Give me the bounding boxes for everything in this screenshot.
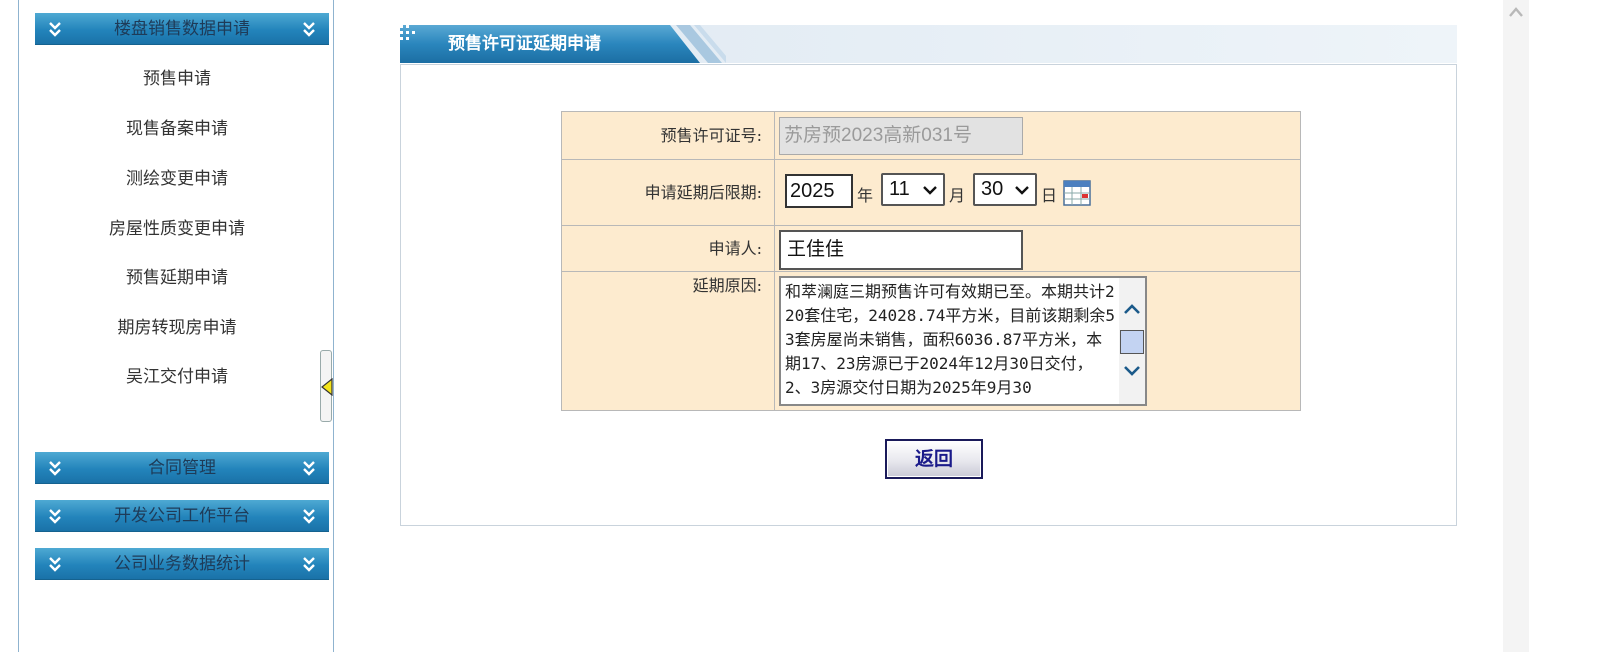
month-value: 11 <box>889 178 910 200</box>
menu-group-contract[interactable]: 合同管理 <box>35 452 329 484</box>
month-select[interactable]: 11 <box>881 173 945 206</box>
form-row-permit: 预售许可证号: 苏房预2023高新031号 <box>562 112 1300 160</box>
chevron-down-icon <box>1015 186 1029 195</box>
applicant-label: 申请人: <box>562 226 775 271</box>
month-unit: 月 <box>949 186 966 205</box>
menu-group-title: 开发公司工作平台 <box>114 506 250 526</box>
permit-label: 预售许可证号: <box>562 112 775 159</box>
double-chevron-down-icon <box>297 500 321 532</box>
sidebar-collapse-handle[interactable] <box>320 350 333 422</box>
calendar-icon[interactable] <box>1063 180 1091 206</box>
sidebar-item-presale-apply[interactable]: 预售申请 <box>19 66 335 92</box>
applicant-input[interactable]: 王佳佳 <box>779 230 1023 270</box>
chevron-up-icon[interactable] <box>1508 6 1524 18</box>
grid-dots-icon <box>400 25 415 40</box>
reason-text: 和萃澜庭三期预售许可有效期已至。本期共计220套住宅，24028.74平方米，目… <box>785 282 1115 397</box>
panel-header: 预售许可证延期申请 <box>400 25 1457 63</box>
sidebar-item-current-sale-record[interactable]: 现售备案申请 <box>19 116 335 142</box>
double-chevron-down-icon <box>43 13 67 45</box>
page-title: 预售许可证延期申请 <box>448 34 601 54</box>
sidebar-item-presale-extension[interactable]: 预售延期申请 <box>19 265 335 291</box>
form-row-reason: 延期原因: 和萃澜庭三期预售许可有效期已至。本期共计220套住宅，24028.7… <box>562 272 1300 410</box>
menu-group-sales-data[interactable]: 楼盘销售数据申请 <box>35 13 329 45</box>
panel-title-tab: 预售许可证延期申请 <box>400 25 726 63</box>
double-chevron-down-icon <box>297 548 321 580</box>
form-row-deadline: 申请延期后限期: 2025 年 11 月 30 日 <box>562 160 1300 226</box>
menu-group-developer-platform[interactable]: 开发公司工作平台 <box>35 500 329 532</box>
sidebar-item-survey-change[interactable]: 测绘变更申请 <box>19 166 335 192</box>
panel-body: 预售许可证号: 苏房预2023高新031号 申请延期后限期: 2025 年 11… <box>400 64 1457 526</box>
year-input[interactable]: 2025 <box>785 174 853 208</box>
page-scrollbar[interactable] <box>1503 0 1529 652</box>
reason-textarea[interactable]: 和萃澜庭三期预售许可有效期已至。本期共计220套住宅，24028.74平方米，目… <box>779 276 1147 406</box>
chevron-down-icon <box>923 186 937 195</box>
deadline-label: 申请延期后限期: <box>562 160 775 225</box>
day-value: 30 <box>981 178 1004 200</box>
double-chevron-down-icon <box>297 13 321 45</box>
textarea-scrollbar[interactable] <box>1119 278 1145 404</box>
triangle-left-icon <box>321 378 333 396</box>
menu-group-title: 公司业务数据统计 <box>114 554 250 574</box>
year-unit: 年 <box>857 186 874 205</box>
double-chevron-down-icon <box>43 452 67 484</box>
double-chevron-down-icon <box>43 500 67 532</box>
double-chevron-down-icon <box>43 548 67 580</box>
chevron-down-icon[interactable] <box>1123 364 1141 378</box>
extension-form: 预售许可证号: 苏房预2023高新031号 申请延期后限期: 2025 年 11… <box>561 111 1301 411</box>
reason-label: 延期原因: <box>562 272 775 410</box>
day-select[interactable]: 30 <box>973 173 1037 206</box>
sidebar-item-wujiang-delivery[interactable]: 吴江交付申请 <box>19 364 335 390</box>
menu-group-title: 楼盘销售数据申请 <box>114 19 250 39</box>
menu-group-company-stats[interactable]: 公司业务数据统计 <box>35 548 329 580</box>
back-button[interactable]: 返回 <box>885 439 983 479</box>
sidebar: 楼盘销售数据申请 预售申请 现售备案申请 测绘变更申请 房屋性质变更申请 预售延… <box>18 0 334 652</box>
form-row-applicant: 申请人: 王佳佳 <box>562 226 1300 272</box>
sidebar-item-future-to-current[interactable]: 期房转现房申请 <box>19 315 335 341</box>
permit-number-field: 苏房预2023高新031号 <box>779 117 1023 155</box>
chevron-up-icon[interactable] <box>1123 302 1141 316</box>
double-chevron-down-icon <box>297 452 321 484</box>
day-unit: 日 <box>1041 186 1058 205</box>
scroll-thumb[interactable] <box>1120 330 1144 354</box>
menu-group-title: 合同管理 <box>148 458 216 478</box>
sidebar-item-property-nature-change[interactable]: 房屋性质变更申请 <box>19 216 335 242</box>
